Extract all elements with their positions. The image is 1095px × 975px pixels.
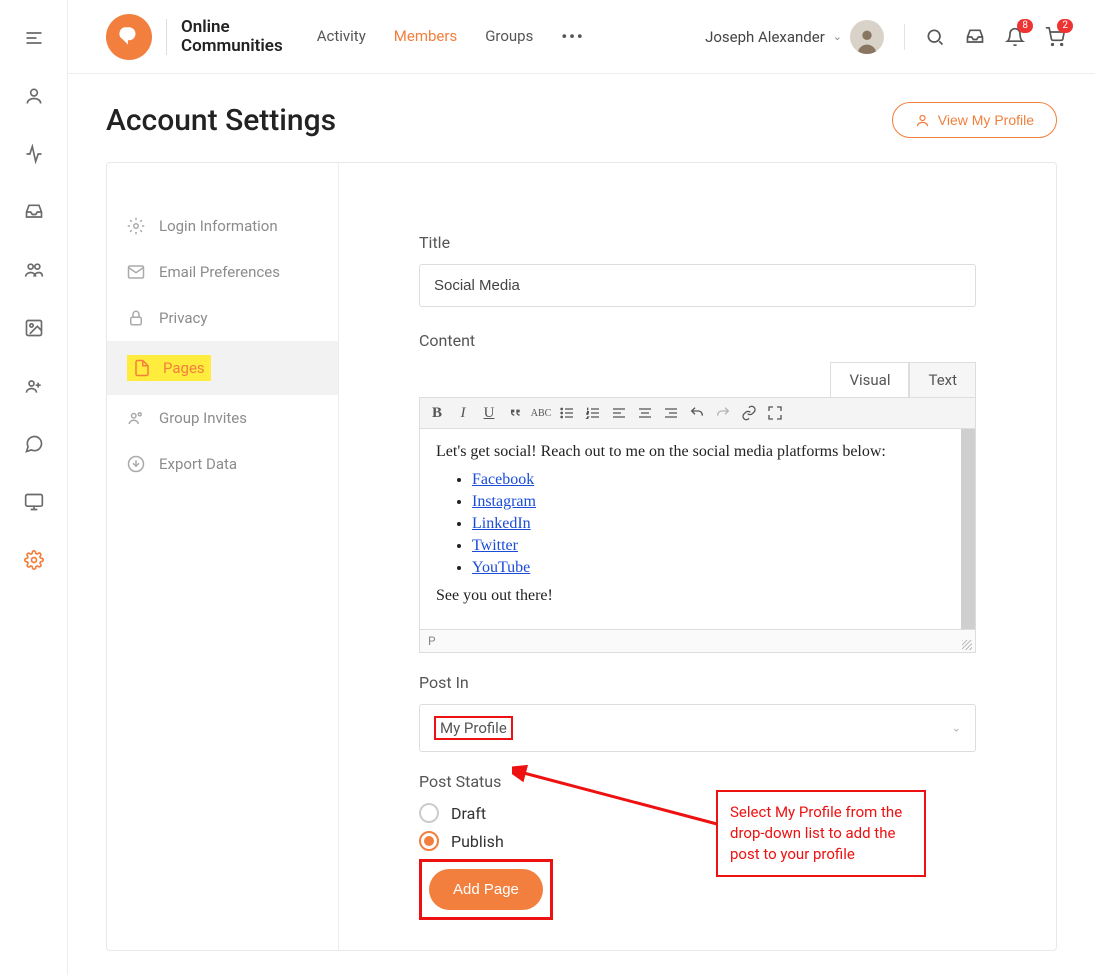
members-icon[interactable] <box>24 376 44 396</box>
main-form: Title Content Visual Text B I U ABC <box>339 163 1056 950</box>
scrollbar[interactable] <box>961 429 975 629</box>
editor: B I U ABC Let's get social! Reac <box>419 397 976 653</box>
cart-badge: 2 <box>1057 19 1073 33</box>
link-linkedin[interactable]: LinkedIn <box>472 515 531 532</box>
avatar <box>850 20 884 54</box>
settings-nav-privacy[interactable]: Privacy <box>107 295 338 341</box>
user-name: Joseph Alexander <box>705 28 825 46</box>
strike-icon[interactable]: ABC <box>532 404 550 422</box>
link-facebook[interactable]: Facebook <box>472 471 534 488</box>
italic-icon[interactable]: I <box>454 404 472 422</box>
align-left-icon[interactable] <box>610 404 628 422</box>
header: OnlineCommunities Activity Members Group… <box>68 0 1095 74</box>
bold-icon[interactable]: B <box>428 404 446 422</box>
editor-tabs: Visual Text <box>419 362 976 397</box>
align-right-icon[interactable] <box>662 404 680 422</box>
radio-icon <box>419 803 439 823</box>
notification-badge: 8 <box>1017 19 1033 33</box>
quote-icon[interactable] <box>506 404 524 422</box>
header-right: Joseph Alexander ⌄ 8 2 <box>705 20 1065 54</box>
title-input[interactable] <box>419 264 976 307</box>
page-head: Account Settings View My Profile <box>106 102 1057 138</box>
page-title: Account Settings <box>106 103 336 138</box>
view-profile-button[interactable]: View My Profile <box>892 102 1057 138</box>
user-menu[interactable]: Joseph Alexander ⌄ <box>705 20 884 54</box>
post-in-value: My Profile <box>434 716 513 740</box>
mail-icon <box>127 263 145 281</box>
content-label: Content <box>419 331 976 350</box>
gear-icon <box>127 217 145 235</box>
inbox-icon[interactable] <box>24 202 44 222</box>
settings-nav-login[interactable]: Login Information <box>107 203 338 249</box>
tab-visual[interactable]: Visual <box>830 362 909 397</box>
link-twitter[interactable]: Twitter <box>472 537 518 554</box>
settings-nav-email[interactable]: Email Preferences <box>107 249 338 295</box>
groups-icon[interactable] <box>24 260 44 280</box>
add-page-button[interactable]: Add Page <box>429 869 543 910</box>
align-center-icon[interactable] <box>636 404 654 422</box>
menu-toggle-icon[interactable] <box>24 28 44 48</box>
search-icon[interactable] <box>925 27 945 47</box>
nav-groups[interactable]: Groups <box>485 27 533 46</box>
nav-members[interactable]: Members <box>394 27 457 46</box>
page: Account Settings View My Profile Login I… <box>68 74 1095 975</box>
chevron-down-icon: ⌄ <box>952 722 961 735</box>
chat-icon[interactable] <box>24 434 44 454</box>
settings-nav-export[interactable]: Export Data <box>107 441 338 487</box>
settings-nav-pages[interactable]: Pages <box>107 341 338 395</box>
post-in-label: Post In <box>419 673 976 692</box>
chevron-down-icon: ⌄ <box>833 30 842 43</box>
user-icon <box>915 113 930 128</box>
logo[interactable]: OnlineCommunities <box>106 14 283 60</box>
notification-icon[interactable]: 8 <box>1005 27 1025 47</box>
settings-nav: Login Information Email Preferences Priv… <box>107 163 339 950</box>
mail-icon[interactable] <box>965 27 985 47</box>
lock-icon <box>127 309 145 327</box>
underline-icon[interactable]: U <box>480 404 498 422</box>
activity-icon[interactable] <box>24 144 44 164</box>
link-icon[interactable] <box>740 404 758 422</box>
monitor-icon[interactable] <box>24 492 44 512</box>
settings-icon[interactable] <box>24 550 44 570</box>
brand-text: OnlineCommunities <box>181 18 283 55</box>
undo-icon[interactable] <box>688 404 706 422</box>
post-in-select[interactable]: My Profile ⌄ <box>419 704 976 752</box>
link-youtube[interactable]: YouTube <box>472 559 530 576</box>
main-nav: Activity Members Groups ••• <box>317 27 585 46</box>
user-icon[interactable] <box>24 86 44 106</box>
image-icon[interactable] <box>24 318 44 338</box>
editor-body[interactable]: Let's get social! Reach out to me on the… <box>420 429 975 629</box>
title-label: Title <box>419 233 976 252</box>
post-status-label: Post Status <box>419 772 976 791</box>
nav-more-icon[interactable]: ••• <box>561 27 584 46</box>
nav-activity[interactable]: Activity <box>317 27 366 46</box>
download-icon <box>127 455 145 473</box>
ul-icon[interactable] <box>558 404 576 422</box>
left-rail <box>0 0 68 975</box>
link-instagram[interactable]: Instagram <box>472 493 536 510</box>
tab-text[interactable]: Text <box>909 362 976 397</box>
resize-grip-icon[interactable] <box>962 640 972 650</box>
page-icon <box>133 359 151 377</box>
ol-icon[interactable] <box>584 404 602 422</box>
editor-status-bar: P <box>420 629 975 652</box>
group-icon <box>127 409 145 427</box>
annotation-callout: Select My Profile from the drop-down lis… <box>716 790 926 877</box>
editor-toolbar: B I U ABC <box>420 398 975 429</box>
radio-icon <box>419 831 439 851</box>
annotation-box-button: Add Page <box>419 859 553 920</box>
cart-icon[interactable]: 2 <box>1045 27 1065 47</box>
fullscreen-icon[interactable] <box>766 404 784 422</box>
logo-mark <box>106 14 152 60</box>
settings-nav-group-invites[interactable]: Group Invites <box>107 395 338 441</box>
redo-icon[interactable] <box>714 404 732 422</box>
